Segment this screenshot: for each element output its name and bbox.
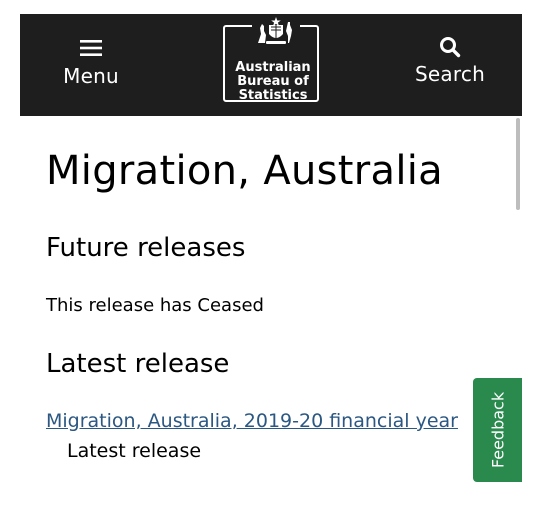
vertical-scrollbar[interactable] [516, 118, 520, 210]
search-icon [440, 37, 461, 58]
feedback-label: Feedback [488, 391, 507, 469]
hamburger-menu-icon [80, 40, 102, 56]
search-label: Search [415, 62, 485, 86]
coat-of-arms-icon [252, 16, 300, 46]
latest-release-heading: Latest release [46, 349, 230, 379]
logo-line-3: Statistics [238, 88, 308, 103]
logo-line-1: Australian [235, 60, 311, 75]
feedback-button[interactable]: Feedback [473, 378, 522, 482]
latest-release-caption: Latest release [67, 440, 202, 462]
page-title: Migration, Australia [46, 148, 443, 194]
site-header: Menu Australian Bureau of Statistics Sea… [20, 14, 522, 116]
release-status-text: This release has Ceased [46, 295, 264, 316]
logo-wordmark: Australian Bureau of Statistics [225, 61, 321, 103]
menu-label: Menu [63, 64, 119, 88]
search-button[interactable]: Search [400, 32, 500, 92]
logo-line-2: Bureau of [237, 74, 309, 89]
future-releases-heading: Future releases [46, 233, 246, 263]
page-frame: Menu Australian Bureau of Statistics Sea… [20, 14, 522, 514]
menu-button[interactable]: Menu [52, 34, 130, 94]
latest-release-link[interactable]: Migration, Australia, 2019-20 financial … [46, 410, 458, 432]
